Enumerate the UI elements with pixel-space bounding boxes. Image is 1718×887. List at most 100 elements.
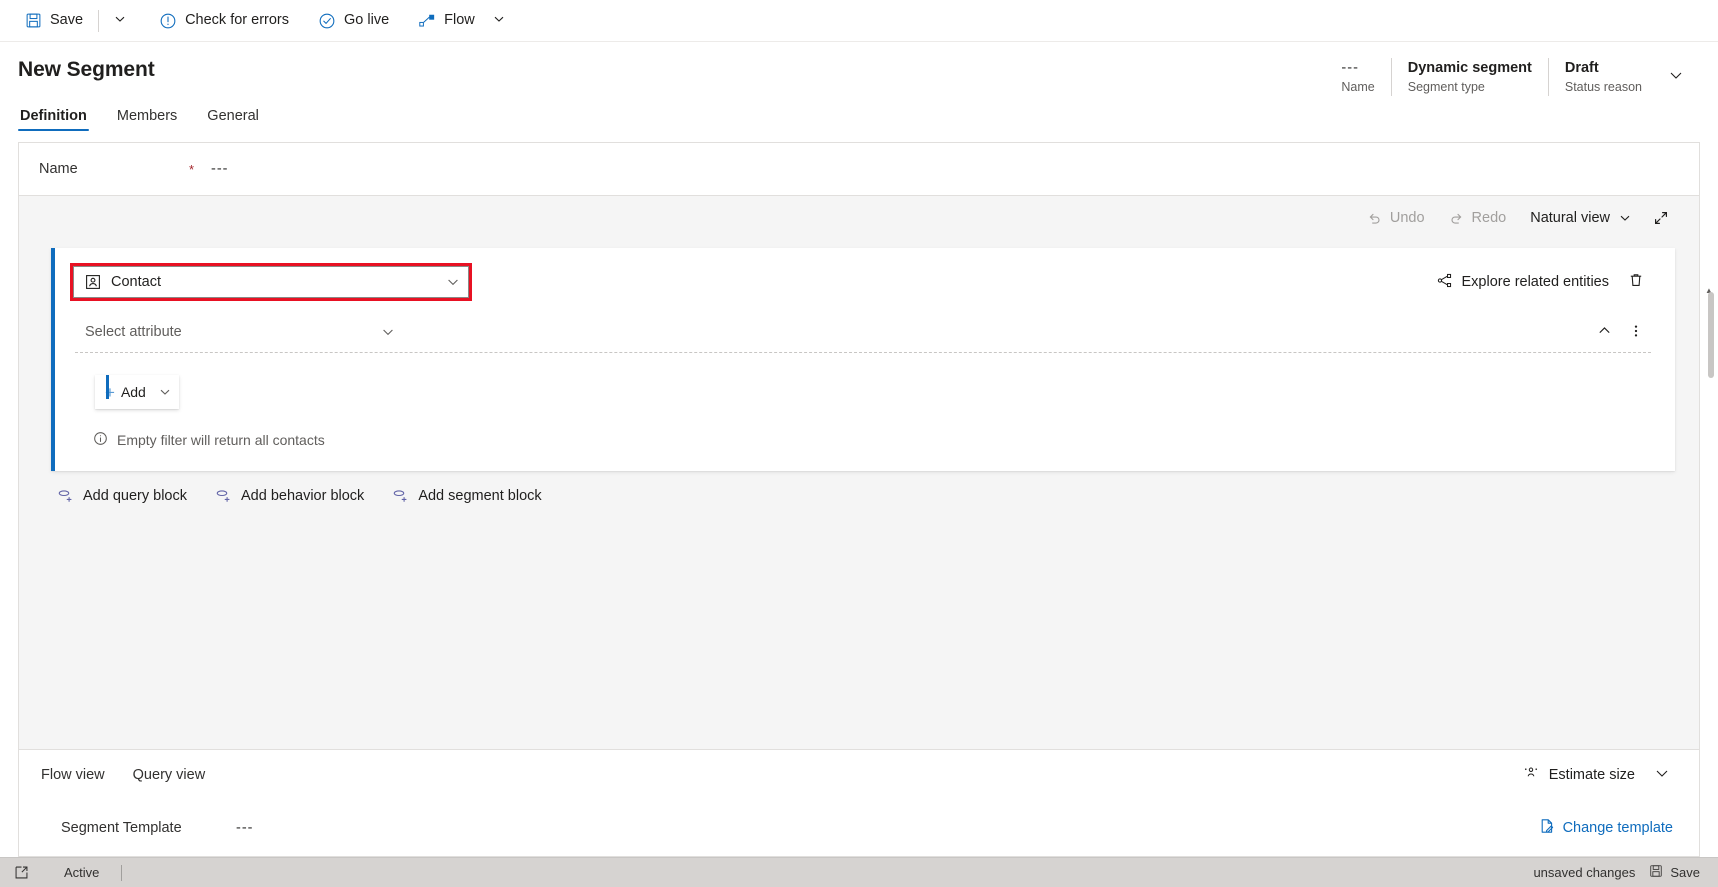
page-title: New Segment (18, 58, 155, 81)
unsaved-changes-label: unsaved changes (1533, 865, 1636, 880)
more-vertical-icon (1628, 323, 1644, 344)
check-circle-icon (317, 11, 337, 31)
estimate-size-button[interactable]: Estimate size (1514, 758, 1643, 792)
save-dropdown-button[interactable] (105, 1, 135, 41)
header-meta-name-label: Name (1341, 80, 1375, 94)
flow-button-label: Flow (444, 12, 475, 29)
save-disk-icon (23, 11, 43, 31)
go-live-button[interactable]: Go live (308, 1, 398, 41)
header-meta-name-value: --- (1341, 60, 1359, 76)
check-for-errors-button[interactable]: Check for errors (149, 1, 298, 41)
add-behavior-block-button[interactable]: Add behavior block (215, 487, 364, 504)
flow-node-icon (417, 11, 437, 31)
people-estimate-icon (1522, 764, 1540, 786)
select-attribute-placeholder: Select attribute (85, 324, 182, 340)
body-area: Name * --- Undo Redo Natural view Contac… (0, 132, 1718, 857)
entity-dropdown[interactable]: Contact (70, 263, 472, 301)
expand-diagonal-icon (1653, 210, 1669, 226)
empty-filter-note: Empty filter will return all contacts (93, 431, 1675, 449)
segment-template-value: --- (236, 820, 254, 836)
check-for-errors-label: Check for errors (185, 12, 290, 29)
header-expand-button[interactable] (1658, 67, 1694, 88)
info-circle-icon (93, 431, 108, 449)
status-bar-save-button[interactable]: Save (1645, 862, 1704, 883)
add-block-links: Add query block Add behavior block Add s… (57, 487, 1699, 504)
add-condition-area: + Add (75, 375, 1675, 409)
status-bar-save-label: Save (1670, 865, 1700, 880)
redo-arrow-icon (1449, 210, 1465, 226)
contact-entity-icon (84, 273, 102, 291)
delete-query-block-button[interactable] (1621, 267, 1651, 297)
command-bar-divider (98, 9, 100, 32)
estimate-size-label: Estimate size (1548, 767, 1635, 783)
save-button[interactable]: Save (14, 1, 92, 41)
tab-definition[interactable]: Definition (18, 104, 89, 131)
header-meta-status-reason-label: Status reason (1564, 80, 1642, 94)
tab-general[interactable]: General (205, 104, 261, 131)
header-meta-status-reason-value: Draft (1564, 60, 1599, 76)
save-button-label: Save (50, 12, 84, 29)
pop-out-icon[interactable] (10, 864, 32, 882)
status-bar: Active unsaved changes Save (0, 857, 1718, 887)
undo-button[interactable]: Undo (1357, 205, 1435, 231)
expand-builder-button[interactable] (1647, 205, 1675, 231)
query-view-tab[interactable]: Query view (133, 767, 206, 783)
view-mode-selector[interactable]: Natural view (1520, 205, 1643, 231)
change-template-label: Change template (1562, 820, 1673, 836)
command-bar: Save Check for errors Go live Flow (0, 0, 1718, 42)
flow-view-tab[interactable]: Flow view (41, 767, 105, 783)
empty-filter-note-text: Empty filter will return all contacts (117, 432, 325, 448)
explore-related-entities-button[interactable]: Explore related entities (1430, 267, 1616, 298)
explore-related-entities-label: Explore related entities (1461, 274, 1610, 290)
add-segment-block-label: Add segment block (418, 487, 542, 504)
trash-icon (1628, 272, 1644, 293)
status-bar-divider (121, 864, 123, 881)
vertical-scrollbar[interactable]: ▲ (1705, 286, 1716, 821)
view-mode-label: Natural view (1530, 210, 1610, 226)
add-segment-block-button[interactable]: Add segment block (392, 487, 542, 504)
change-template-button[interactable]: Change template (1533, 813, 1679, 843)
header-meta-status-reason: Draft Status reason (1547, 58, 1658, 96)
add-connector-line (106, 375, 109, 399)
flow-button[interactable]: Flow (408, 1, 484, 41)
footer-actions: Estimate size (1514, 758, 1679, 792)
header-meta-segment-type-label: Segment type (1407, 80, 1485, 94)
collapse-attribute-button[interactable] (1589, 318, 1619, 348)
chevron-down-icon (114, 12, 126, 30)
header-meta-group: --- Name Dynamic segment Segment type Dr… (1325, 58, 1700, 96)
required-asterisk: * (189, 161, 195, 177)
add-query-block-label: Add query block (83, 487, 187, 504)
footer-expand-button[interactable] (1645, 759, 1679, 791)
add-segment-block-icon (392, 487, 409, 504)
status-bar-left: Active (10, 864, 123, 882)
add-query-block-button[interactable]: Add query block (57, 487, 187, 504)
query-block-header: Contact Explore related entities (55, 263, 1675, 301)
flow-dropdown-button[interactable] (484, 1, 514, 41)
footer-views-row: Flow view Query view Estimate size (19, 750, 1699, 800)
chevron-down-icon (1617, 210, 1633, 226)
query-block: Contact Explore related entities Select … (51, 248, 1675, 471)
undo-button-label: Undo (1389, 210, 1425, 226)
segment-template-row: Segment Template --- Change template (19, 800, 1699, 856)
attribute-row: Select attribute (75, 316, 1651, 350)
select-attribute-dropdown[interactable]: Select attribute (75, 320, 405, 346)
redo-button[interactable]: Redo (1439, 205, 1517, 231)
add-query-block-icon (57, 487, 74, 504)
footer-view-switcher: Flow view Query view (41, 767, 205, 783)
tab-members[interactable]: Members (115, 104, 179, 131)
name-field-value[interactable]: --- (211, 161, 229, 177)
status-bar-right: unsaved changes Save (1533, 862, 1704, 883)
undo-arrow-icon (1367, 210, 1383, 226)
builder-toolbar: Undo Redo Natural view (19, 196, 1699, 240)
attribute-more-options-button[interactable] (1621, 318, 1651, 348)
exclamation-circle-icon (158, 11, 178, 31)
segment-template-info: Segment Template --- (61, 820, 254, 836)
scrollbar-thumb[interactable] (1708, 292, 1714, 378)
footer-panel: Flow view Query view Estimate size Segme… (19, 749, 1699, 856)
add-button-label: Add (120, 384, 146, 400)
chevron-down-icon (493, 12, 505, 30)
chevron-down-icon (159, 386, 171, 398)
chevron-down-icon (446, 275, 460, 289)
save-disk-icon (1649, 864, 1663, 881)
segment-template-label: Segment Template (61, 820, 182, 836)
